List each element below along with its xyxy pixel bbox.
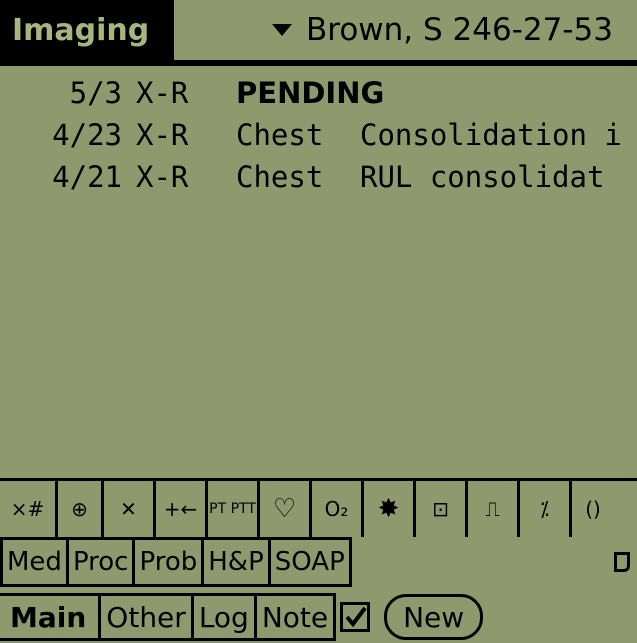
splat-icon[interactable]: ✸ <box>364 481 416 537</box>
study-list: 5/3 X-R PENDING 4/23 X-R Chest Consolida… <box>0 72 637 198</box>
new-button[interactable]: New <box>384 594 484 640</box>
patient-selector[interactable]: Brown, S 246-27-53 <box>272 0 613 60</box>
lab-icon[interactable]: ⊡ <box>416 481 468 537</box>
list-item[interactable]: 5/3 X-R PENDING <box>0 72 637 114</box>
tab-log[interactable]: Log <box>193 593 257 641</box>
study-modality: X-R <box>136 76 189 110</box>
category-proc[interactable]: Proc <box>68 537 136 587</box>
cross-icon[interactable]: ✕ <box>104 481 156 537</box>
category-hp[interactable]: H&P <box>204 537 271 587</box>
tab-other[interactable]: Other <box>101 593 194 641</box>
app-title[interactable]: Imaging <box>0 0 174 60</box>
study-date: 4/23 <box>52 118 122 152</box>
study-date: 4/21 <box>52 160 122 194</box>
study-status: PENDING <box>236 76 385 110</box>
category-bar: Med Proc Prob H&P SOAP <box>0 537 352 587</box>
lungs-icon[interactable]: () <box>572 481 614 537</box>
icon-toolbar: ×# ⊕ ✕ +← PT PTT ♡ O₂ ✸ ⊡ ⎍ ⁒ () <box>0 478 637 537</box>
dropdown-arrow-icon <box>272 24 292 36</box>
study-body: Chest <box>236 118 324 152</box>
category-med[interactable]: Med <box>0 537 69 587</box>
checkmark-icon <box>345 606 367 628</box>
study-date: 5/3 <box>69 76 122 110</box>
patient-name: Brown, S 246-27-53 <box>306 12 613 48</box>
category-soap[interactable]: SOAP <box>270 537 352 587</box>
checkbox-icon[interactable] <box>340 602 371 632</box>
title-divider <box>0 60 637 66</box>
list-item[interactable]: 4/23 X-R Chest Consolidation i <box>0 114 637 156</box>
study-body: Chest <box>236 160 324 194</box>
category-prob[interactable]: Prob <box>135 537 205 587</box>
iv-bag-icon[interactable]: ⊕ <box>58 481 104 537</box>
heart-icon[interactable]: ♡ <box>260 481 312 537</box>
lytes-icon[interactable]: ⁒ <box>520 481 572 537</box>
pt-ptt-icon[interactable]: PT PTT <box>208 481 260 537</box>
study-modality: X-R <box>136 160 189 194</box>
note-icon[interactable] <box>614 552 630 572</box>
calc-icon[interactable]: ×# <box>0 481 58 537</box>
oxygen-icon[interactable]: O₂ <box>312 481 364 537</box>
tab-main[interactable]: Main <box>0 593 102 641</box>
study-finding: RUL consolidat <box>360 160 605 194</box>
needle-icon[interactable]: +← <box>156 481 208 537</box>
ecg-icon[interactable]: ⎍ <box>468 481 520 537</box>
list-item[interactable]: 4/21 X-R Chest RUL consolidat <box>0 156 637 198</box>
bottom-tabs: Main Other Log Note New <box>0 591 484 643</box>
tab-note[interactable]: Note <box>256 593 337 641</box>
study-finding: Consolidation i <box>360 118 622 152</box>
study-modality: X-R <box>136 118 189 152</box>
